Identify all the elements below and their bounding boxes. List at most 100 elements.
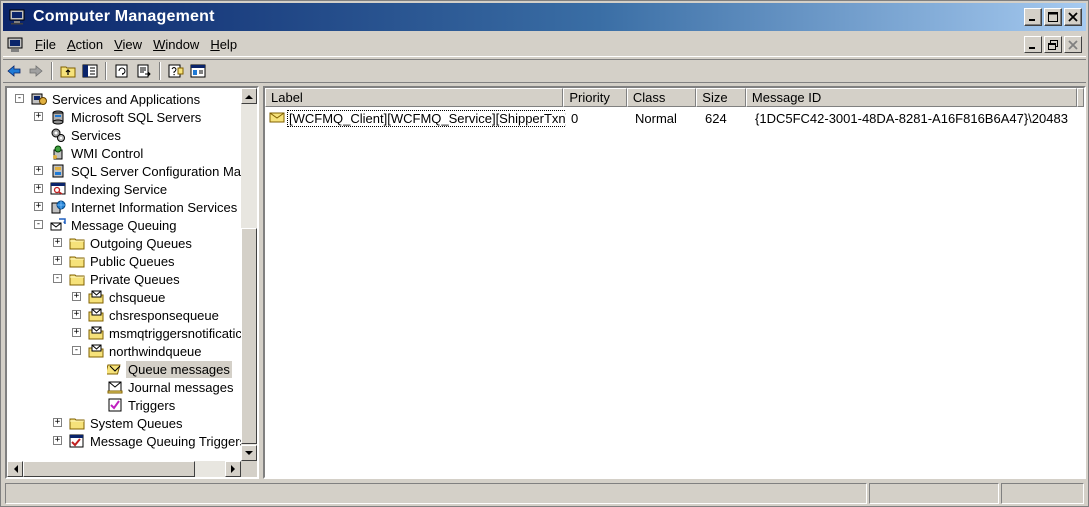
child-restore-button[interactable] — [1044, 36, 1062, 53]
refresh-button[interactable] — [111, 61, 133, 81]
expand-icon[interactable]: + — [34, 166, 43, 175]
tree-item[interactable]: Services — [50, 126, 123, 144]
status-bar — [5, 483, 1086, 504]
menu-action[interactable]: Action — [64, 37, 111, 52]
console-tree[interactable]: - Services and Applications + Microsoft SQL… — [7, 88, 241, 461]
table-row[interactable]: [WCFMQ_Client][WCFMQ_Service][ShipperTxn… — [265, 109, 1084, 127]
tree-item[interactable]: msmqtriggersnotificatic — [88, 324, 241, 342]
forward-arrow-icon — [29, 65, 43, 77]
menu-help[interactable]: Help — [207, 37, 245, 52]
scroll-left-button[interactable] — [7, 461, 23, 477]
queue-icon — [88, 290, 104, 304]
console-tree-pane[interactable]: - Services and Applications + Microsoft SQL… — [5, 86, 259, 479]
tree-item-label: Public Queues — [90, 253, 175, 269]
child-close-button[interactable] — [1064, 36, 1082, 53]
menu-accelerator: W — [153, 37, 166, 52]
tree-item-label: Services — [71, 127, 121, 143]
expand-icon[interactable]: + — [53, 256, 62, 265]
tree-item[interactable]: Outgoing Queues — [69, 234, 194, 252]
menu-label-rest: iew — [122, 37, 143, 52]
horizontal-scroll-thumb[interactable] — [23, 461, 195, 477]
forward-button[interactable] — [25, 61, 47, 81]
tree-item[interactable]: Message Queuing Triggers — [69, 432, 241, 450]
menu-view[interactable]: View — [111, 37, 150, 52]
tree-horizontal-scrollbar[interactable] — [7, 461, 241, 477]
tree-vertical-scrollbar[interactable] — [241, 88, 257, 461]
action-pane-icon — [190, 64, 206, 78]
tree-item[interactable]: Microsoft SQL Servers — [50, 108, 203, 126]
console-icon[interactable] — [6, 36, 26, 54]
column-header-message-id[interactable]: Message ID — [745, 88, 1077, 107]
expand-icon[interactable]: + — [34, 202, 43, 211]
back-button[interactable] — [3, 61, 25, 81]
tree-item-label: Services and Applications — [52, 91, 201, 107]
scroll-left-arrow-icon — [13, 465, 18, 473]
tree-item[interactable]: Public Queues — [69, 252, 177, 270]
scroll-down-button[interactable] — [241, 445, 257, 461]
tree-item[interactable]: chsqueue — [88, 288, 167, 306]
expand-icon[interactable]: + — [72, 328, 81, 337]
expand-icon[interactable]: + — [72, 292, 81, 301]
show-hide-console-tree-button[interactable] — [79, 61, 101, 81]
column-header-label[interactable]: Label — [265, 88, 564, 107]
toolbar — [3, 59, 1086, 83]
maximize-button[interactable] — [1044, 8, 1062, 26]
triggers-icon — [108, 398, 122, 412]
show-hide-action-pane-button[interactable] — [187, 61, 209, 81]
column-header-class[interactable]: Class — [626, 88, 697, 107]
tree-item[interactable]: Queue messages — [107, 360, 232, 378]
tree-item-label: northwindqueue — [109, 343, 202, 359]
message-label: [WCFMQ_Client][WCFMQ_Service][ShipperTxn… — [287, 109, 566, 127]
journal-messages-icon — [107, 381, 123, 394]
menu-file[interactable]: File — [32, 37, 64, 52]
tree-item-label: WMI Control — [71, 145, 144, 161]
tree-item[interactable]: Journal messages — [107, 378, 236, 396]
expand-icon[interactable]: + — [53, 418, 62, 427]
tree-item[interactable]: System Queues — [69, 414, 185, 432]
column-header-priority[interactable]: Priority — [563, 88, 627, 107]
collapse-icon[interactable]: - — [53, 274, 62, 283]
cell-message-id: {1DC5FC42-3001-48DA-8281-A16F816B6A47}\2… — [755, 110, 1068, 126]
tree-item[interactable]: SQL Server Configuration Mar — [50, 162, 241, 180]
tree-item[interactable]: WMI Control — [50, 144, 145, 162]
tree-item[interactable]: Internet Information Services — [50, 198, 239, 216]
expand-icon[interactable]: + — [72, 310, 81, 319]
status-panel-2 — [869, 483, 999, 504]
tree-item[interactable]: northwindqueue — [88, 342, 204, 360]
collapse-icon[interactable]: - — [34, 220, 43, 229]
tree-item-label: Triggers — [128, 397, 176, 413]
tree-item-label: Internet Information Services — [71, 199, 238, 215]
tree-item[interactable]: Triggers — [107, 396, 177, 414]
column-header-size[interactable]: Size — [696, 88, 746, 107]
collapse-icon[interactable]: - — [15, 94, 24, 103]
expand-icon[interactable]: + — [34, 184, 43, 193]
help-button[interactable] — [165, 61, 187, 81]
tree-item[interactable]: Services and Applications — [31, 90, 202, 108]
tree-item[interactable]: Private Queues — [69, 270, 182, 288]
title-bar[interactable]: Computer Management — [3, 3, 1086, 31]
minimize-button[interactable] — [1024, 8, 1042, 26]
tree-item-label: System Queues — [90, 415, 183, 431]
menu-window[interactable]: Window — [150, 37, 207, 52]
expand-icon[interactable]: + — [53, 238, 62, 247]
scrollbar-corner — [241, 461, 257, 477]
vertical-scroll-thumb[interactable] — [241, 228, 257, 444]
tree-item[interactable]: Indexing Service — [50, 180, 169, 198]
gears-icon — [51, 128, 65, 142]
up-one-level-button[interactable] — [57, 61, 79, 81]
result-list-pane[interactable]: Label Priority Class Size Message ID [WCFMQ_… — [263, 86, 1086, 479]
expand-icon[interactable]: + — [34, 112, 43, 121]
tree-item-label: Journal messages — [128, 379, 234, 395]
scroll-up-button[interactable] — [241, 88, 257, 104]
status-panel-main — [5, 483, 867, 504]
tree-item[interactable]: Message Queuing — [50, 216, 179, 234]
tree-item[interactable]: chsresponsequeue — [88, 306, 221, 324]
child-minimize-button[interactable] — [1024, 36, 1042, 53]
collapse-icon[interactable]: - — [72, 346, 81, 355]
close-button[interactable] — [1064, 8, 1082, 26]
expand-icon[interactable]: + — [53, 436, 62, 445]
tree-item-label: msmqtriggersnotificatic — [109, 325, 241, 341]
export-list-button[interactable] — [133, 61, 155, 81]
scroll-right-button[interactable] — [225, 461, 241, 477]
computer-management-icon — [9, 9, 25, 25]
